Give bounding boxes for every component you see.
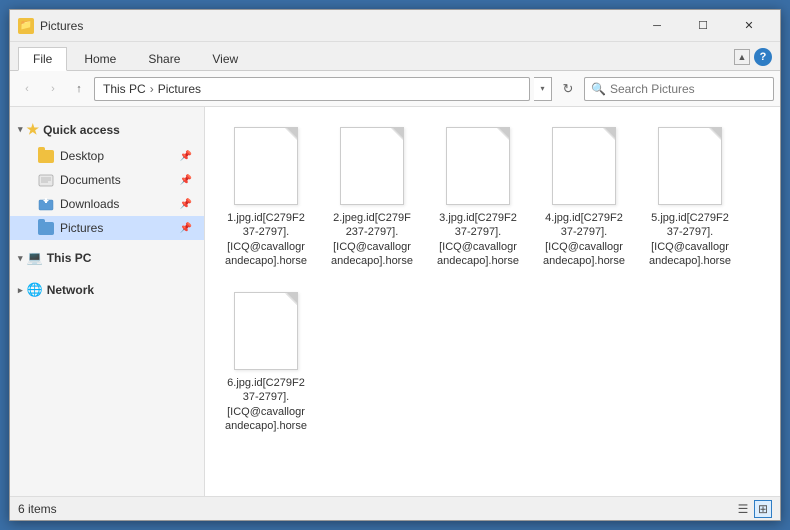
refresh-button[interactable]: ↻ [556, 77, 580, 101]
pin-icon-downloads: 📌 [180, 199, 192, 210]
window-icon: 📁 [18, 18, 34, 34]
sidebar-item-pictures[interactable]: Pictures 📌 [10, 216, 204, 240]
file-item[interactable]: 3.jpg.id[C279F237-2797].[ICQ@cavallogran… [433, 123, 523, 272]
file-name-1: 1.jpg.id[C279F237-2797].[ICQ@cavallogran… [225, 211, 307, 268]
files-grid: 1.jpg.id[C279F237-2797].[ICQ@cavallogran… [221, 123, 764, 437]
sidebar-item-desktop[interactable]: Desktop 📌 [10, 144, 204, 168]
file-icon-4 [552, 127, 616, 205]
address-dropdown-button[interactable]: ▾ [534, 77, 552, 101]
search-input[interactable] [610, 82, 767, 96]
icon-view-button[interactable]: ⊞ [754, 500, 772, 518]
sidebar-label-downloads: Downloads [60, 197, 119, 211]
forward-button[interactable]: › [42, 78, 64, 100]
network-icon: 🌐 [27, 282, 43, 298]
sidebar-section-this-pc[interactable]: ▾ 💻 This PC [10, 244, 204, 272]
file-name-3: 3.jpg.id[C279F237-2797].[ICQ@cavallogran… [437, 211, 519, 268]
sidebar-section-quick-access[interactable]: ▾ ★ Quick access [10, 115, 204, 144]
pin-icon-documents: 📌 [180, 175, 192, 186]
file-name-2: 2.jpeg.id[C279F237-2797].[ICQ@cavallogra… [331, 211, 413, 268]
tab-share[interactable]: Share [133, 47, 195, 70]
breadcrumb-separator: › [150, 82, 154, 96]
ribbon: File Home Share View ▲ ? [10, 42, 780, 71]
file-icon-3 [446, 127, 510, 205]
file-icon-2 [340, 127, 404, 205]
list-view-button[interactable]: ☰ [734, 500, 752, 518]
file-icon-5 [658, 127, 722, 205]
sidebar-section-network[interactable]: ▸ 🌐 Network [10, 276, 204, 304]
network-label: Network [47, 283, 94, 297]
tab-file[interactable]: File [18, 47, 67, 71]
search-icon: 🔍 [591, 82, 606, 96]
sidebar-icon-star: ★ [27, 121, 40, 138]
file-icon-6 [234, 292, 298, 370]
view-buttons: ☰ ⊞ [734, 500, 772, 518]
tab-home[interactable]: Home [69, 47, 131, 70]
ribbon-tabs: File Home Share View ▲ ? [10, 42, 780, 70]
status-bar: 6 items ☰ ⊞ [10, 496, 780, 520]
back-button[interactable]: ‹ [16, 78, 38, 100]
main-content: ▾ ★ Quick access Desktop 📌 [10, 107, 780, 496]
item-count: 6 items [18, 502, 57, 516]
minimize-button[interactable]: ─ [634, 10, 680, 42]
tab-view[interactable]: View [197, 47, 253, 70]
address-bar: ‹ › ↑ This PC › Pictures ▾ ↻ 🔍 [10, 71, 780, 107]
window-title: Pictures [40, 19, 634, 33]
pin-icon-desktop: 📌 [180, 151, 192, 162]
search-box[interactable]: 🔍 [584, 77, 774, 101]
this-pc-icon: 💻 [27, 250, 43, 266]
sidebar: ▾ ★ Quick access Desktop 📌 [10, 107, 205, 496]
desktop-folder-icon [38, 148, 54, 164]
pin-icon-pictures: 📌 [180, 223, 192, 234]
file-name-5: 5.jpg.id[C279F237-2797].[ICQ@cavallogran… [649, 211, 731, 268]
chevron-right-icon: ▾ [18, 253, 23, 264]
quick-access-label: Quick access [43, 123, 120, 137]
this-pc-label: This PC [47, 251, 92, 265]
file-name-6: 6.jpg.id[C279F237-2797].[ICQ@cavallogran… [225, 376, 307, 433]
file-item[interactable]: 5.jpg.id[C279F237-2797].[ICQ@cavallogran… [645, 123, 735, 272]
maximize-button[interactable]: ☐ [680, 10, 726, 42]
window-controls: ─ ☐ ✕ [634, 10, 772, 42]
chevron-down-icon: ▾ [18, 124, 23, 135]
help-button[interactable]: ? [754, 48, 772, 66]
up-button[interactable]: ↑ [68, 78, 90, 100]
file-item[interactable]: 2.jpeg.id[C279F237-2797].[ICQ@cavallogra… [327, 123, 417, 272]
downloads-folder-icon [38, 196, 54, 212]
file-name-4: 4.jpg.id[C279F237-2797].[ICQ@cavallogran… [543, 211, 625, 268]
pictures-folder-icon [38, 220, 54, 236]
documents-folder-icon [38, 172, 54, 188]
sidebar-item-downloads[interactable]: Downloads 📌 [10, 192, 204, 216]
file-item[interactable]: 1.jpg.id[C279F237-2797].[ICQ@cavallogran… [221, 123, 311, 272]
breadcrumb-this-pc[interactable]: This PC [103, 82, 146, 96]
file-item[interactable]: 6.jpg.id[C279F237-2797].[ICQ@cavallogran… [221, 288, 311, 437]
address-path[interactable]: This PC › Pictures [94, 77, 530, 101]
sidebar-label-documents: Documents [60, 173, 121, 187]
file-icon-1 [234, 127, 298, 205]
file-item[interactable]: 4.jpg.id[C279F237-2797].[ICQ@cavallogran… [539, 123, 629, 272]
ribbon-collapse-button[interactable]: ▲ [734, 49, 750, 65]
sidebar-item-documents[interactable]: Documents 📌 [10, 168, 204, 192]
file-area: 1.jpg.id[C279F237-2797].[ICQ@cavallogran… [205, 107, 780, 496]
close-button[interactable]: ✕ [726, 10, 772, 42]
file-explorer-window: 📁 Pictures ─ ☐ ✕ File Home Share View ▲ … [9, 9, 781, 521]
title-bar: 📁 Pictures ─ ☐ ✕ [10, 10, 780, 42]
sidebar-label-pictures: Pictures [60, 221, 103, 235]
breadcrumb-pictures[interactable]: Pictures [158, 82, 201, 96]
chevron-right-network-icon: ▸ [18, 285, 23, 296]
sidebar-label-desktop: Desktop [60, 149, 104, 163]
